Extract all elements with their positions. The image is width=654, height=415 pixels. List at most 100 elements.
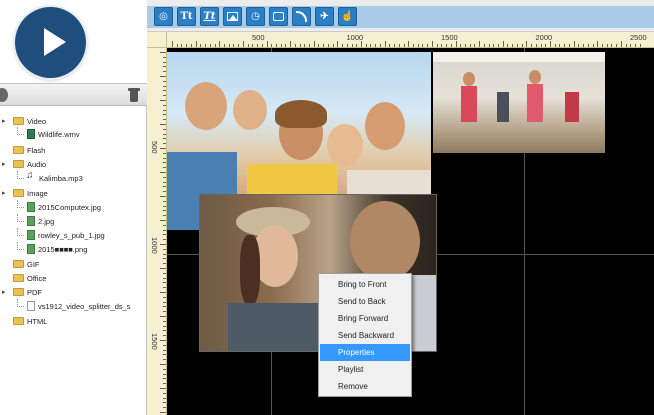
ruler-tick [163,335,166,337]
expand-icon[interactable]: ▸ [2,188,6,200]
ruler-tick [601,44,603,47]
ruler-tick [160,220,166,221]
clock-icon[interactable]: ◷ [246,7,265,26]
ruler-tick [163,368,166,370]
ruler-label: 1500 [441,33,458,42]
ruler-tick [160,196,166,197]
image-file-icon [27,202,35,213]
tree-item-wildlife[interactable]: Wildlife.wmv [17,127,80,141]
ruler-tick [163,258,166,260]
ruler-tick [163,104,166,106]
ruler-tick [163,248,166,250]
ruler-tick [160,124,166,125]
menu-item-send-backward[interactable]: Send Backward [320,327,410,344]
ruler-tick [521,44,523,47]
menu-item-properties[interactable]: Properties [320,344,410,361]
ruler-tick [163,152,166,154]
ruler-tick [163,205,166,207]
ruler-tick [370,44,372,47]
menu-item-remove[interactable]: Remove [320,378,410,395]
ruler-tick [233,44,235,47]
ruler-tick [252,44,254,47]
tag-icon[interactable] [0,88,8,102]
tree-item-rowley[interactable]: rowley_s_pub_1.jpg [17,228,105,242]
ruler-tick [309,44,311,47]
tree-item-2jpg[interactable]: 2.jpg [17,214,54,228]
ruler-tick [163,229,166,231]
tree-folder-pdf[interactable]: ▸ PDF [2,287,42,299]
tree-item-png[interactable]: 2015■■■■.png [17,242,87,256]
tree-folder-video[interactable]: ▸ Video [2,116,46,128]
ruler-tick [446,44,448,47]
photo-gym[interactable] [433,52,605,153]
tree-item-computex[interactable]: 2015Computex.jpg [17,200,101,214]
ruler-tick [587,44,589,47]
ruler-tick [163,90,166,92]
ruler-tick [163,157,166,159]
trash-icon[interactable] [127,87,141,103]
expand-icon[interactable]: ▸ [2,116,6,128]
ruler-tick [163,301,166,303]
ruler-tick [290,41,292,47]
expand-icon[interactable]: ▸ [2,287,6,299]
tree-item-label: Wildlife.wmv [38,130,80,139]
play-button[interactable] [15,7,86,78]
ruler-tick [545,44,547,47]
ruler-tick [474,44,476,47]
tree-item-label: Flash [27,146,46,155]
menu-item-bring-to-front[interactable]: Bring to Front [320,276,410,293]
tree-item-label: HTML [27,317,48,326]
ruler-tick [186,44,188,47]
tree-folder-flash[interactable]: Flash [3,145,45,157]
globe-icon[interactable]: ◎ [154,7,173,26]
ruler-tick [540,44,542,47]
ruler-tick [163,392,166,394]
library-toolbar [0,83,147,106]
ruler-tick [342,44,344,47]
menu-item-send-to-back[interactable]: Send to Back [320,293,410,310]
ruler-tick [163,263,166,265]
ruler-tick [275,44,277,47]
folder-icon [13,260,24,269]
ruler-tick [163,85,166,87]
ruler-tick [163,95,166,97]
tree-item-label: rowley_s_pub_1.jpg [38,231,105,240]
expand-icon[interactable]: ▸ [2,159,6,171]
ruler-tick [163,306,166,308]
ruler-label: 1000 [346,33,364,42]
ruler-tick [450,44,452,47]
ruler-tick [384,41,386,47]
image-icon[interactable] [223,7,242,26]
rss-icon[interactable] [292,7,311,26]
ruler-tick [247,44,249,47]
ruler-tick [163,128,166,130]
text-icon[interactable]: Tt [177,7,196,26]
tree-folder-gif[interactable]: GIF [3,259,40,271]
tree-item-label: PDF [27,288,42,297]
ruler-tick [441,44,443,47]
screen-icon[interactable] [269,7,288,26]
ruler-tick [242,41,244,47]
folder-icon [13,160,24,169]
menu-item-playlist[interactable]: Playlist [320,361,410,378]
ruler-tick [630,44,632,47]
tree-item-vs1912[interactable]: vs1912_video_splitter_ds_s [17,299,131,313]
tree-folder-audio[interactable]: ▸ Audio [2,159,46,171]
tree-folder-office[interactable]: Office [3,273,46,285]
tree-folder-image[interactable]: ▸ Image [2,188,48,200]
ruler-tick [163,162,166,164]
italic-text-icon[interactable]: Tt [200,7,219,26]
tree-folder-html[interactable]: HTML [3,316,47,328]
ruler-tick [223,44,225,47]
tree-item-kalimba[interactable]: Kalimba.mp3 [17,170,83,185]
ruler-tick [160,268,166,269]
ruler-tick [431,41,433,47]
ruler-tick [304,44,306,47]
folder-icon [13,274,24,283]
hand-icon[interactable]: ☝ [338,7,357,26]
ruler-tick [181,44,183,47]
rocket-icon[interactable]: ✈ [315,7,334,26]
menu-item-bring-forward[interactable]: Bring Forward [320,310,410,327]
folder-icon [13,117,24,126]
tree-item-label: vs1912_video_splitter_ds_s [38,302,131,311]
